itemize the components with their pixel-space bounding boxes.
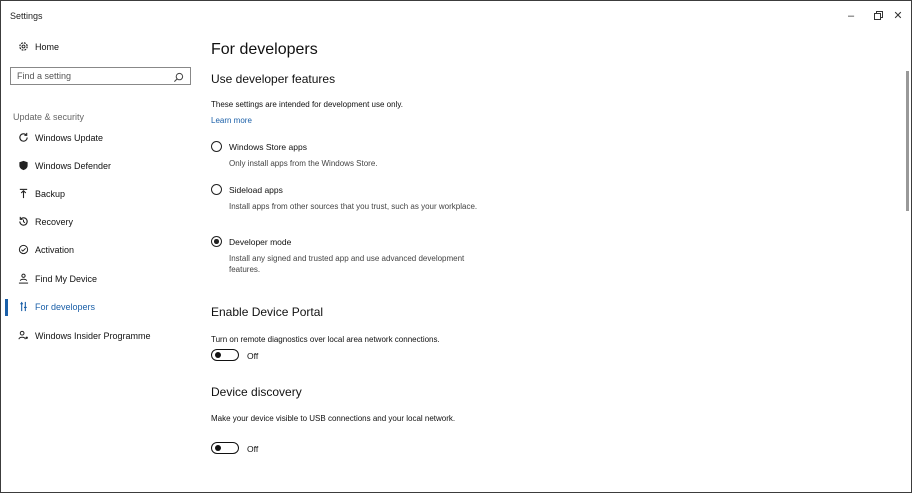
developer-sliders-icon — [17, 301, 29, 313]
sidebar-item-find-my-device[interactable]: Find My Device — [1, 267, 201, 293]
device-discovery-heading: Device discovery — [211, 385, 302, 399]
radio-circle-selected — [211, 236, 222, 247]
radio-circle — [211, 141, 222, 152]
maximize-button[interactable] — [866, 7, 888, 25]
settings-window: Settings – ✕ Home Find a setting Update … — [0, 0, 912, 493]
window-title: Settings — [10, 11, 43, 21]
maximize-icon — [873, 12, 881, 20]
sideload-apps-description: Install apps from other sources that you… — [229, 202, 478, 211]
sidebar-item-label: Windows Update — [35, 133, 104, 143]
search-icon — [173, 70, 185, 83]
refresh-icon — [17, 132, 29, 144]
radio-sideload-apps[interactable]: Sideload apps — [211, 184, 511, 200]
close-icon: ✕ — [893, 10, 903, 22]
minimize-icon: – — [847, 10, 855, 22]
radio-dot — [214, 239, 219, 244]
sidebar-item-label: Home — [35, 42, 60, 52]
sidebar-item-label: Activation — [35, 245, 75, 255]
page-title: For developers — [211, 41, 318, 58]
developer-features-intro: These settings are intended for developm… — [211, 100, 403, 109]
learn-more-link[interactable]: Learn more — [211, 115, 252, 126]
radio-developer-mode[interactable]: Developer mode — [211, 236, 511, 252]
toggle-track — [211, 349, 239, 361]
history-icon — [17, 216, 29, 228]
device-portal-toggle[interactable]: Off — [211, 349, 271, 363]
sidebar-item-label: For developers — [35, 302, 96, 312]
developer-mode-description: Install any signed and trusted app and u… — [229, 254, 465, 274]
developer-features-heading: Use developer features — [211, 72, 336, 86]
sidebar-section-label: Update & security — [13, 112, 85, 122]
gear-icon — [17, 41, 29, 53]
person-location-icon — [17, 273, 29, 285]
sidebar-item-windows-defender[interactable]: Windows Defender — [1, 154, 201, 180]
sidebar-item-activation[interactable]: Activation — [1, 238, 201, 264]
device-discovery-description: Make your device visible to USB connecti… — [211, 414, 456, 423]
sidebar-item-label: Backup — [35, 189, 66, 199]
sidebar-item-label: Find My Device — [35, 274, 98, 284]
radio-label: Developer mode — [229, 237, 292, 247]
vertical-scrollbar[interactable] — [904, 61, 910, 491]
device-discovery-toggle[interactable]: Off — [211, 442, 271, 456]
toggle-state-label: Off — [247, 444, 259, 454]
close-button[interactable]: ✕ — [887, 7, 909, 25]
toggle-knob — [215, 445, 221, 451]
radio-windows-store-apps[interactable]: Windows Store apps — [211, 141, 511, 157]
scrollbar-thumb[interactable] — [906, 71, 909, 211]
sidebar-item-windows-insider[interactable]: Windows Insider Programme — [1, 324, 201, 350]
sidebar-item-home[interactable]: Home — [1, 35, 201, 61]
backup-arrow-icon — [17, 188, 29, 200]
toggle-knob — [215, 352, 221, 358]
device-portal-heading: Enable Device Portal — [211, 305, 324, 319]
toggle-state-label: Off — [247, 351, 259, 361]
sidebar-item-label: Windows Insider Programme — [35, 331, 151, 341]
sidebar-item-recovery[interactable]: Recovery — [1, 210, 201, 236]
sidebar-item-label: Recovery — [35, 217, 74, 227]
radio-label: Windows Store apps — [229, 142, 307, 152]
radio-label: Sideload apps — [229, 185, 283, 195]
title-bar: Settings – ✕ — [1, 1, 911, 31]
sidebar-item-label: Windows Defender — [35, 161, 112, 171]
search-input[interactable]: Find a setting — [10, 67, 191, 85]
sidebar-item-backup[interactable]: Backup — [1, 182, 201, 208]
radio-circle — [211, 184, 222, 195]
device-portal-description: Turn on remote diagnostics over local ar… — [211, 335, 440, 344]
sidebar-item-windows-update[interactable]: Windows Update — [1, 126, 201, 152]
minimize-button[interactable]: – — [840, 7, 862, 25]
sidebar-item-for-developers[interactable]: For developers — [1, 295, 201, 321]
search-placeholder: Find a setting — [17, 71, 72, 81]
insider-person-icon — [17, 330, 29, 342]
toggle-track — [211, 442, 239, 454]
windows-store-apps-description: Only install apps from the Windows Store… — [229, 159, 378, 168]
shield-icon — [17, 160, 29, 172]
check-circle-icon — [17, 244, 29, 256]
